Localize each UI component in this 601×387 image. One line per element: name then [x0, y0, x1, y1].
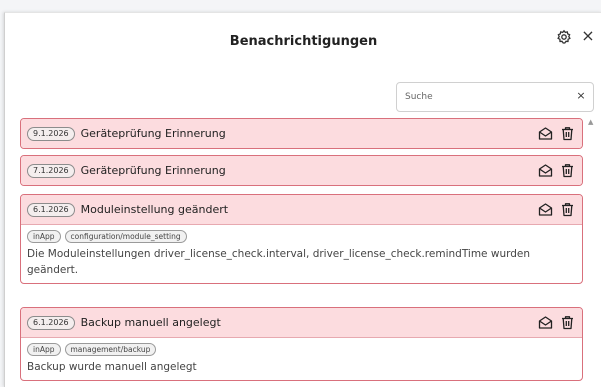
- clear-search-icon[interactable]: ×: [575, 90, 587, 102]
- notification-card[interactable]: 6.1.2026 Moduleinstellung geändert inApp…: [20, 194, 583, 284]
- tag-chip: management/backup: [64, 343, 157, 356]
- tag-chip: configuration/module_setting: [64, 230, 187, 243]
- trash-icon[interactable]: [560, 126, 575, 141]
- notification-header[interactable]: 9.1.2026 Geräteprüfung Erinnerung: [21, 119, 582, 148]
- date-badge: 7.1.2026: [27, 163, 75, 178]
- search-field[interactable]: ×: [396, 82, 594, 112]
- tag-chip: inApp: [27, 230, 61, 243]
- mark-read-envelope-icon[interactable]: [538, 126, 553, 141]
- date-badge: 9.1.2026: [27, 126, 75, 141]
- notification-card[interactable]: 7.1.2026 Geräteprüfung Erinnerung: [20, 155, 583, 186]
- notification-header[interactable]: 7.1.2026 Geräteprüfung Erinnerung: [21, 156, 582, 185]
- trash-icon[interactable]: [560, 315, 575, 330]
- notification-body: inApp management/backup Backup wurde man…: [21, 338, 582, 380]
- notification-header[interactable]: 6.1.2026 Backup manuell angelegt: [21, 308, 582, 338]
- notifications-dialog: Benachrichtigungen × × ▲ 9.1.2026 Geräte…: [4, 12, 601, 387]
- notification-message: Backup wurde manuell angelegt: [27, 361, 197, 373]
- date-badge: 6.1.2026: [27, 315, 75, 330]
- notification-title: Geräteprüfung Erinnerung: [80, 164, 226, 177]
- mark-read-envelope-icon[interactable]: [538, 163, 553, 178]
- tag-list: inApp management/backup: [27, 343, 576, 356]
- settings-gear-icon[interactable]: [556, 29, 572, 45]
- tag-chip: inApp: [27, 343, 61, 356]
- notification-title: Moduleinstellung geändert: [80, 203, 229, 216]
- notification-body: inApp configuration/module_setting Die M…: [21, 225, 582, 283]
- mark-read-envelope-icon[interactable]: [538, 315, 553, 330]
- search-input[interactable]: [405, 89, 565, 105]
- scroll-up-arrow-icon[interactable]: ▲: [588, 118, 593, 126]
- notification-title: Geräteprüfung Erinnerung: [80, 127, 226, 140]
- dialog-title: Benachrichtigungen: [229, 34, 378, 49]
- notification-card[interactable]: 6.1.2026 Backup manuell angelegt inApp m…: [20, 307, 583, 381]
- mark-read-envelope-icon[interactable]: [538, 202, 553, 217]
- notification-title: Backup manuell angelegt: [80, 316, 221, 329]
- date-badge: 6.1.2026: [27, 202, 75, 217]
- notification-message: Die Moduleinstellungen driver_license_ch…: [27, 248, 531, 276]
- trash-icon[interactable]: [560, 163, 575, 178]
- notification-card[interactable]: 9.1.2026 Geräteprüfung Erinnerung: [20, 118, 583, 149]
- trash-icon[interactable]: [560, 202, 575, 217]
- close-icon[interactable]: ×: [580, 28, 596, 44]
- tag-list: inApp configuration/module_setting: [27, 230, 576, 243]
- notification-header[interactable]: 6.1.2026 Moduleinstellung geändert: [21, 195, 582, 225]
